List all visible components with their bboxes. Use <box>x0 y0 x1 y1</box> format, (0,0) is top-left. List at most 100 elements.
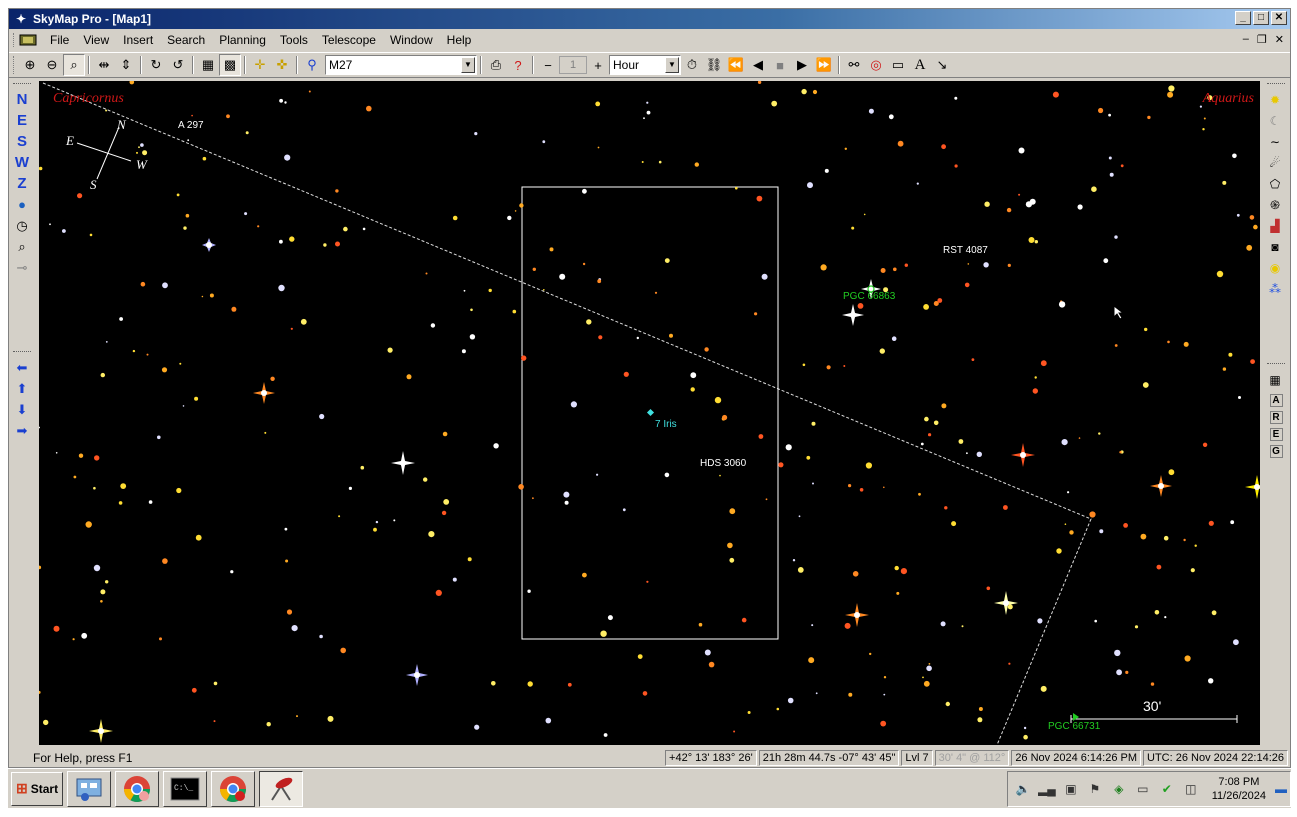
menu-search[interactable]: Search <box>160 31 212 49</box>
sun-icon[interactable]: ✹ <box>1264 89 1286 110</box>
chevron-down-icon[interactable]: ▼ <box>665 57 679 73</box>
context-help-icon[interactable]: ? <box>507 54 529 76</box>
taskbar-chrome-2[interactable] <box>211 770 255 807</box>
start-button[interactable]: ⊞ Start <box>11 771 63 806</box>
rectangle-icon[interactable]: ▭ <box>887 54 909 76</box>
mdi-restore-button[interactable]: ❐ <box>1257 33 1267 46</box>
zoom-in-icon[interactable]: ⊕ <box>19 54 41 76</box>
minor-planet-label-iris[interactable]: 7 Iris <box>655 419 677 430</box>
play-icon[interactable]: ▶ <box>791 54 813 76</box>
menu-view[interactable]: View <box>76 31 116 49</box>
star-label-a297[interactable]: A 297 <box>178 120 204 131</box>
flip-horizontal-icon[interactable]: ⇹ <box>93 54 115 76</box>
rotate-ccw-icon[interactable]: ↺ <box>167 54 189 76</box>
object-search-combo[interactable]: M27 ▼ <box>325 55 477 75</box>
document-icon[interactable] <box>19 33 37 47</box>
labels-a-icon[interactable]: A <box>1269 394 1283 407</box>
grid-icon[interactable]: ▦ <box>197 54 219 76</box>
time-increment-button[interactable]: + <box>587 54 609 76</box>
menu-file[interactable]: File <box>43 31 76 49</box>
stop-icon[interactable]: ■ <box>769 54 791 76</box>
view-south-button[interactable]: S <box>11 131 33 152</box>
constellation-icon[interactable]: ⬠ <box>1264 173 1286 194</box>
labels-g-icon[interactable]: G <box>1269 445 1283 458</box>
telescope-icon[interactable]: ⚯ <box>843 54 865 76</box>
star-label-rst4087[interactable]: RST 4087 <box>943 245 988 256</box>
moon-icon[interactable]: ☾ <box>1264 110 1286 131</box>
menu-insert[interactable]: Insert <box>116 31 160 49</box>
taskbar-command-prompt[interactable]: C:\_ <box>163 770 207 807</box>
pan-down-icon[interactable]: ⬇ <box>11 399 33 420</box>
time-step-field[interactable]: 1 <box>559 56 587 74</box>
globe-icon[interactable]: ● <box>11 194 33 215</box>
display-icon[interactable]: ▭ <box>1134 780 1152 798</box>
zoom-out-icon[interactable]: ⊖ <box>41 54 63 76</box>
view-east-button[interactable]: E <box>11 110 33 131</box>
view-zenith-button[interactable]: Z <box>11 173 33 194</box>
mdi-close-button[interactable]: ✕ <box>1275 33 1284 46</box>
labels-e-icon[interactable]: E <box>1269 428 1283 441</box>
milky-way-icon[interactable]: ∼ <box>1264 131 1286 152</box>
close-button[interactable]: ✕ <box>1271 11 1287 25</box>
monitor-icon[interactable]: ▣ <box>1062 780 1080 798</box>
time-unit-combo[interactable]: Hour ▼ <box>609 55 681 75</box>
zoom-box-icon[interactable]: ⌕ <box>63 54 85 76</box>
target-icon[interactable]: ◎ <box>865 54 887 76</box>
view-west-button[interactable]: W <box>11 152 33 173</box>
tray-clock[interactable]: 7:08 PM 11/26/2024 <box>1212 775 1266 803</box>
time-decrement-button[interactable]: − <box>537 54 559 76</box>
menu-window[interactable]: Window <box>383 31 440 49</box>
galaxy-label-pgc66863[interactable]: PGC 66863 <box>843 291 895 302</box>
pan-right-icon[interactable]: ➡ <box>11 420 33 441</box>
maximize-button[interactable]: □ <box>1253 11 1269 25</box>
grid-toggle-icon[interactable]: ▦ <box>1264 369 1286 390</box>
pan-left-icon[interactable]: ⬅ <box>11 357 33 378</box>
title-bar[interactable]: ✦ SkyMap Pro - [Map1] _ □ ✕ <box>9 9 1290 29</box>
fast-forward-icon[interactable]: ⏩ <box>813 54 835 76</box>
camera-icon[interactable]: ◙ <box>1264 236 1286 257</box>
star-label-hds3060[interactable]: HDS 3060 <box>700 458 746 469</box>
compass-icon[interactable]: ◷ <box>11 215 33 236</box>
labels-r-icon[interactable]: R <box>1269 411 1283 424</box>
taskbar-skymap[interactable] <box>259 770 303 807</box>
binoculars-icon[interactable]: ⚲ <box>301 54 323 76</box>
flag-icon[interactable]: ⚑ <box>1086 780 1104 798</box>
key-icon[interactable]: ⊸ <box>11 257 33 278</box>
bulb-icon[interactable]: ◉ <box>1264 257 1286 278</box>
menu-telescope[interactable]: Telescope <box>315 31 383 49</box>
menu-grip[interactable] <box>13 33 16 47</box>
speaker-icon[interactable]: 🔈 <box>1014 780 1032 798</box>
center-icon[interactable]: ✛ <box>249 54 271 76</box>
rotate-cw-icon[interactable]: ↻ <box>145 54 167 76</box>
chevron-down-icon[interactable]: ▼ <box>461 57 475 73</box>
flip-vertical-icon[interactable]: ⇕ <box>115 54 137 76</box>
view-north-button[interactable]: N <box>11 89 33 110</box>
link-icon[interactable]: ⛓ <box>703 54 725 76</box>
taskbar-chrome-1[interactable] <box>115 770 159 807</box>
galaxy-icon[interactable]: ֍ <box>1264 194 1286 215</box>
magnifier-icon[interactable]: ⌕ <box>11 236 33 257</box>
pan-up-icon[interactable]: ⬆ <box>11 378 33 399</box>
security-icon[interactable]: ◈ <box>1110 780 1128 798</box>
menu-tools[interactable]: Tools <box>273 31 315 49</box>
minimize-button[interactable]: _ <box>1235 11 1251 25</box>
galaxy-label-pgc66731[interactable]: PGC 66731 <box>1048 721 1100 732</box>
comet-icon[interactable]: ☄ <box>1264 152 1286 173</box>
text-icon[interactable]: A <box>909 54 931 76</box>
center-object-icon[interactable]: ✜ <box>271 54 293 76</box>
signal-icon[interactable]: ▂▄ <box>1038 780 1056 798</box>
show-desktop-icon[interactable]: ▬ <box>1272 780 1290 798</box>
observatory-icon[interactable]: ▟ <box>1264 215 1286 236</box>
line-icon[interactable]: ↘ <box>931 54 953 76</box>
rewind-fast-icon[interactable]: ⏪ <box>725 54 747 76</box>
color-dots-icon[interactable]: ⁂ <box>1264 278 1286 299</box>
toolbar-grip[interactable] <box>13 56 16 74</box>
taskbar-explorer[interactable] <box>67 770 111 807</box>
alt-grid-icon[interactable]: ▩ <box>219 54 241 76</box>
menu-planning[interactable]: Planning <box>212 31 273 49</box>
stopwatch-icon[interactable]: ⏱ <box>681 54 703 76</box>
print-icon[interactable]: ⎙ <box>485 54 507 76</box>
sky-map-canvas[interactable]: Capricornus Aquarius N E S W A 297 RST 4… <box>39 81 1260 745</box>
sync-icon[interactable]: ✔ <box>1158 780 1176 798</box>
menu-help[interactable]: Help <box>440 31 479 49</box>
